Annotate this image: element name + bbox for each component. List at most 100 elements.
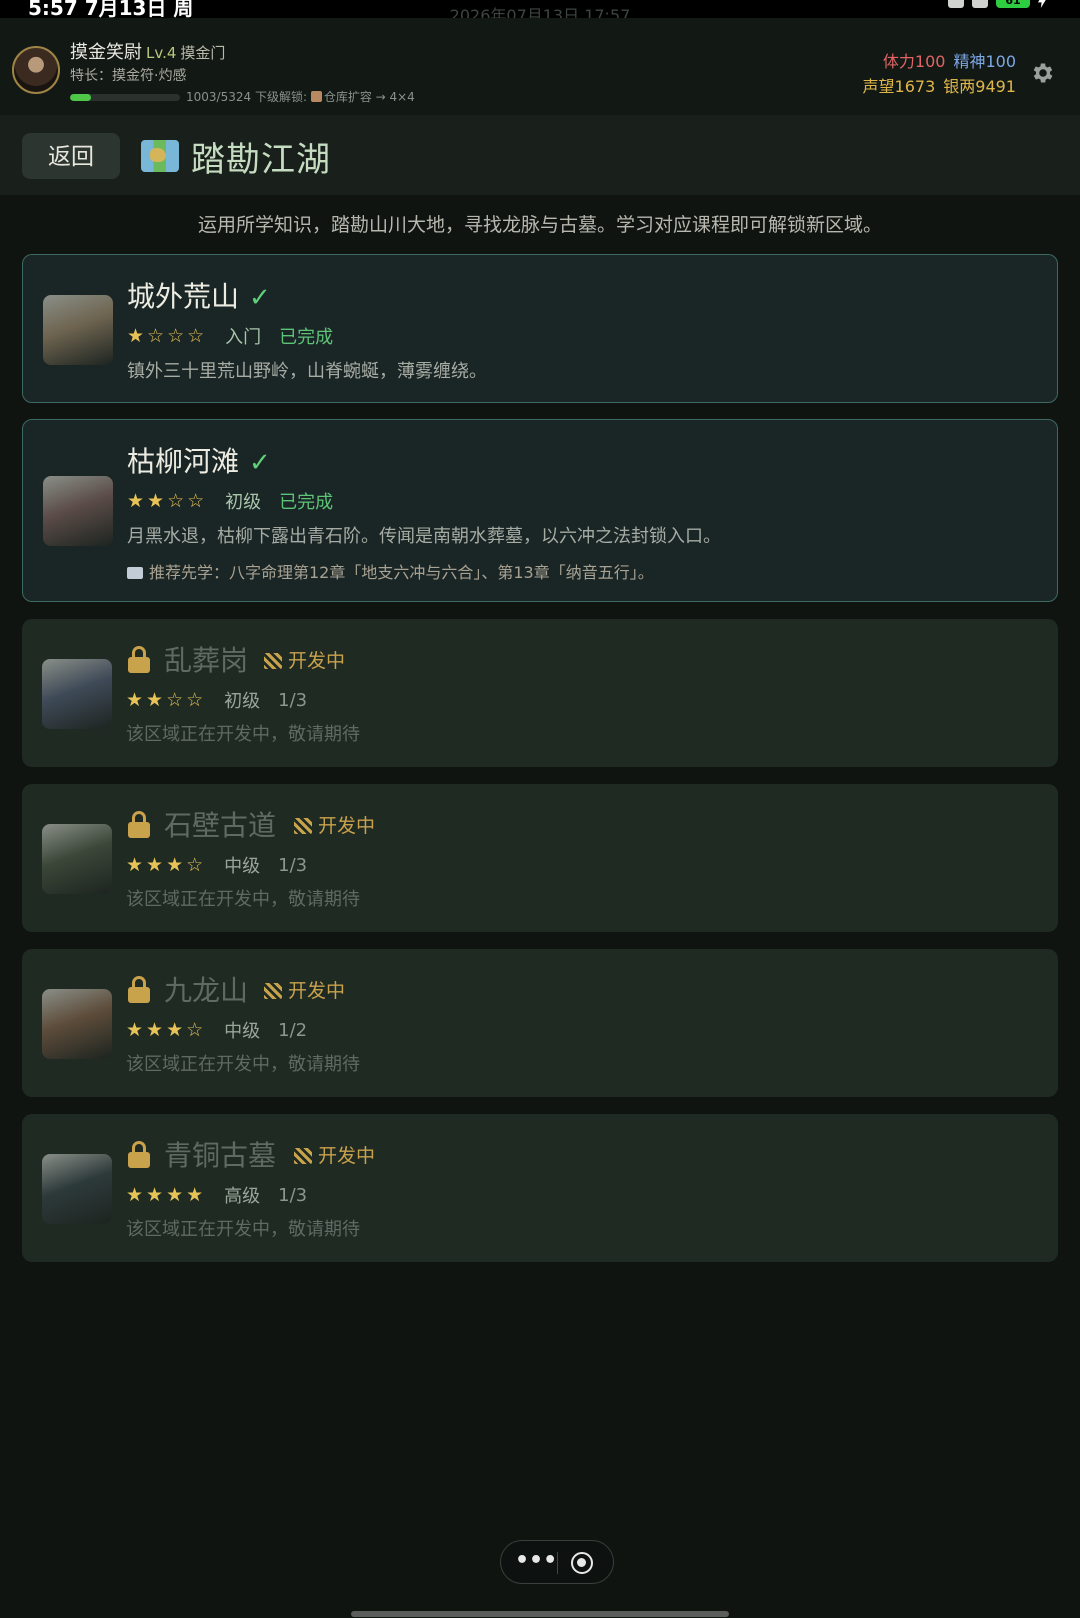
region-meta: ★★★☆ 中级 1/3 [126, 852, 307, 878]
region-thumbnail [42, 824, 112, 894]
difficulty-level: 中级 [224, 856, 261, 877]
region-name: 乱葬岗 [164, 644, 249, 677]
lock-icon [128, 976, 150, 1003]
region-thumbnail [42, 659, 112, 729]
region-thumbnail [43, 476, 113, 546]
region-name: 石壁古道 [164, 809, 277, 842]
stats-row-primary: 体力100 精神100 [883, 48, 1016, 72]
lock-icon [128, 1141, 150, 1168]
warehouse-icon [310, 91, 322, 102]
xp-bar-fill [70, 94, 91, 101]
back-button[interactable]: 返回 [22, 133, 120, 179]
dev-tag: 开发中 [294, 1141, 375, 1168]
region-meta: ★★★★ 高级 1/3 [126, 1182, 307, 1208]
region-card-kuliu-hetan[interactable]: 枯柳河滩 ✓ ★★☆☆ 初级 已完成 月黑水退，枯柳下露出青石阶。传闻是南朝水葬墓… [22, 419, 1058, 602]
home-indicator[interactable] [351, 1611, 729, 1617]
region-meta: ★★☆☆ 初级 已完成 [127, 488, 333, 514]
region-meta: ★★☆☆ 初级 1/3 [126, 687, 307, 713]
player-header: 摸金笑尉 Lv.4 摸金门 特长：摸金符·灼感 1003/5324 下级解锁: 仓库… [0, 18, 1080, 115]
player-skill: 特长：摸金符·灼感 [70, 68, 187, 84]
region-card-chengwai-huangshan[interactable]: 城外荒山 ✓ ★☆☆☆ 入门 已完成 镇外三十里荒山野岭，山脊蜿蜒，薄雾缠绕。 [22, 254, 1058, 403]
region-progress: 1/3 [278, 1184, 308, 1206]
recommend-hint: 推荐先学：八字命理第12章「地支六冲与六合」、第13章「纳音五行」。 [127, 559, 654, 583]
construction-icon [264, 653, 282, 669]
close-target-icon[interactable] [571, 1552, 593, 1574]
region-meta: ★★★☆ 中级 1/2 [126, 1017, 307, 1043]
completion-status: 已完成 [279, 327, 334, 348]
region-description: 镇外三十里荒山野岭，山脊蜿蜒，薄雾缠绕。 [127, 361, 487, 382]
reputation-stat: 声望1673 [862, 77, 936, 96]
completion-status: 已完成 [279, 492, 334, 513]
region-description: 月黑水退，枯柳下露出青石阶。传闻是南朝水葬墓，以六冲之法封锁入口。 [127, 526, 721, 547]
xp-bar [70, 94, 180, 101]
player-level: Lv.4 [146, 44, 177, 62]
dev-label: 开发中 [318, 1145, 376, 1167]
construction-icon [294, 1148, 312, 1164]
region-description: 该区域正在开发中，敬请期待 [126, 724, 360, 745]
region-name: 青铜古墓 [164, 1139, 277, 1172]
unlock-label: 下级解锁: [254, 90, 311, 104]
region-description: 该区域正在开发中，敬请期待 [126, 889, 360, 910]
difficulty-level: 初级 [225, 492, 262, 513]
region-name: 九龙山 [164, 974, 249, 1007]
silver-stat: 银两9491 [943, 77, 1016, 96]
region-description: 该区域正在开发中，敬请期待 [126, 1219, 360, 1240]
region-progress: 1/3 [278, 689, 308, 711]
avatar[interactable] [12, 46, 60, 94]
region-name: 城外荒山 [127, 280, 240, 313]
difficulty-level: 中级 [224, 1021, 261, 1042]
capsule-divider [557, 1552, 558, 1574]
stats-row-secondary: 声望1673 银两9491 [863, 73, 1016, 97]
book-icon [127, 567, 143, 579]
dev-tag: 开发中 [294, 811, 375, 838]
difficulty-level: 入门 [225, 327, 262, 348]
region-progress: 1/3 [278, 854, 308, 876]
intro-text: 运用所学知识，踏勘山川大地，寻找龙脉与古墓。学习对应课程即可解锁新区域。 [197, 214, 882, 236]
difficulty-stars: ★★☆☆ [127, 490, 208, 512]
gear-icon[interactable] [1030, 60, 1056, 86]
dev-tag: 开发中 [264, 976, 345, 1003]
region-thumbnail [43, 295, 113, 365]
region-progress: 1/2 [278, 1019, 308, 1041]
page-title: 踏勘江湖 [191, 140, 331, 180]
check-icon: ✓ [249, 448, 271, 478]
miniprogram-capsule: ••• [500, 1540, 614, 1584]
lock-icon [128, 646, 150, 673]
region-title: 枯柳河滩 ✓ [127, 440, 271, 480]
region-name: 枯柳河滩 [127, 445, 240, 478]
difficulty-stars: ★★☆☆ [126, 689, 207, 711]
difficulty-stars: ★★★☆ [126, 854, 207, 876]
difficulty-stars: ★★★☆ [126, 1019, 207, 1041]
title-bar: 返回 踏勘江湖 [0, 115, 1080, 195]
difficulty-stars: ★★★★ [126, 1184, 207, 1206]
lock-icon [128, 811, 150, 838]
xp-info: 1003/5324 下级解锁: 仓库扩容 → 4×4 [186, 88, 415, 105]
difficulty-level: 高级 [224, 1186, 261, 1207]
region-card-shibi-gudao[interactable]: 石壁古道 开发中 ★★★☆ 中级 1/3 该区域正在开发中，敬请期待 [22, 784, 1058, 932]
region-card-luanzanggang[interactable]: 乱葬岗 开发中 ★★☆☆ 初级 1/3 该区域正在开发中，敬请期待 [22, 619, 1058, 767]
dev-label: 开发中 [318, 815, 376, 837]
construction-icon [264, 983, 282, 999]
unlock-target: 仓库扩容 → 4×4 [323, 90, 415, 104]
more-menu-button[interactable]: ••• [515, 1541, 557, 1585]
spirit-stat: 精神100 [953, 52, 1016, 71]
region-thumbnail [42, 1154, 112, 1224]
check-icon: ✓ [249, 283, 271, 313]
xp-value: 1003/5324 [186, 90, 252, 104]
region-description: 该区域正在开发中，敬请期待 [126, 1054, 360, 1075]
dev-tag: 开发中 [264, 646, 345, 673]
region-card-jiulongshan[interactable]: 九龙山 开发中 ★★★☆ 中级 1/2 该区域正在开发中，敬请期待 [22, 949, 1058, 1097]
player-name: 摸金笑尉 [70, 42, 142, 63]
player-info: 摸金笑尉 Lv.4 摸金门 [70, 38, 225, 64]
region-thumbnail [42, 989, 112, 1059]
difficulty-level: 初级 [224, 691, 261, 712]
dev-label: 开发中 [288, 980, 346, 1002]
region-card-qingtong-gumu[interactable]: 青铜古墓 开发中 ★★★★ 高级 1/3 该区域正在开发中，敬请期待 [22, 1114, 1058, 1262]
recommend-text: 推荐先学：八字命理第12章「地支六冲与六合」、第13章「纳音五行」。 [149, 563, 654, 582]
stamina-stat: 体力100 [882, 52, 946, 71]
player-sect: 摸金门 [180, 44, 226, 62]
map-icon [141, 140, 179, 172]
difficulty-stars: ★☆☆☆ [127, 325, 208, 347]
construction-icon [294, 818, 312, 834]
region-meta: ★☆☆☆ 入门 已完成 [127, 323, 333, 349]
